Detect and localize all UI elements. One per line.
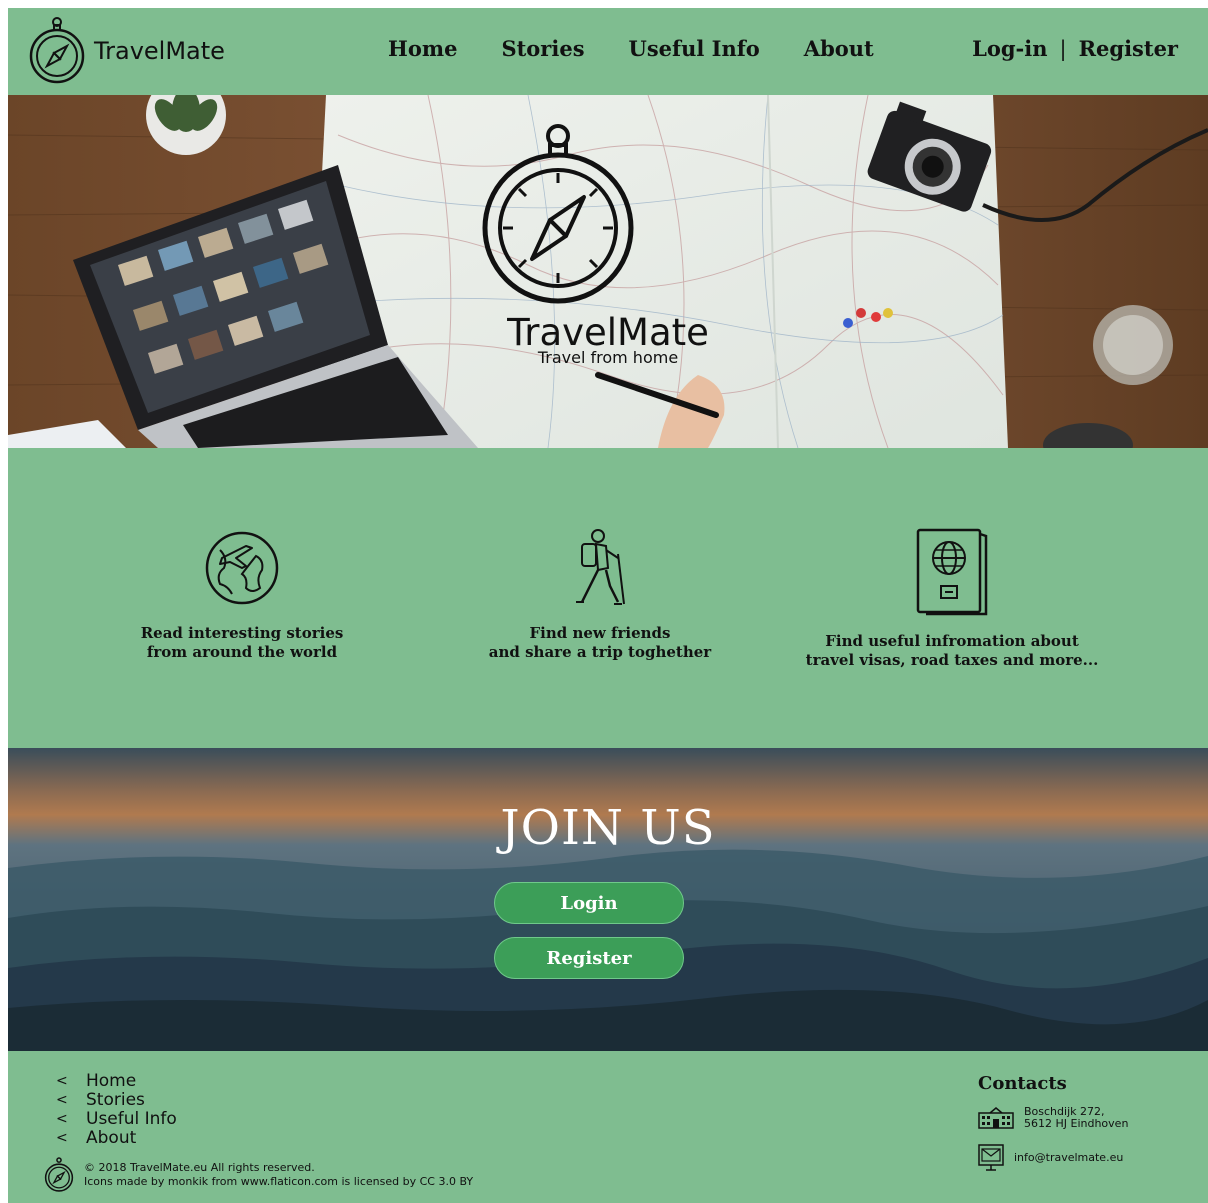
page: TravelMate Home Stories Useful Info Abou… [8, 8, 1208, 1203]
footer-nav-item: < About [56, 1128, 177, 1148]
footer-nav-item: < Stories [56, 1090, 177, 1110]
footer-nav-item: < Useful Info [56, 1109, 177, 1129]
copyright-line: © 2018 TravelMate.eu All rights reserved… [84, 1161, 315, 1174]
hero-banner: TravelMate Travel from home [8, 95, 1208, 448]
hero-logo: TravelMate Travel from home [478, 123, 738, 367]
chevron-left-icon: < [56, 1129, 68, 1146]
footer-nav-stories[interactable]: Stories [86, 1090, 145, 1110]
hiker-icon [576, 529, 625, 605]
feature-info: Find useful infromation about travel vis… [792, 528, 1112, 670]
credits-line: Icons made by monkik from www.flaticon.c… [84, 1175, 474, 1188]
features-section: Read interesting stories from around the… [8, 448, 1208, 748]
auth-separator: | [1059, 36, 1067, 61]
header: TravelMate Home Stories Useful Info Abou… [8, 8, 1208, 95]
passport-icon [916, 528, 988, 616]
feature-info-text: Find useful infromation about travel vis… [805, 632, 1099, 669]
compass-icon [44, 1157, 74, 1192]
footer: < Home < Stories < Useful Info < About ©… [8, 1051, 1208, 1203]
auth-links: Log-in | Register [972, 36, 1178, 61]
copyright-text: © 2018 TravelMate.eu All rights reserved… [84, 1161, 473, 1189]
feature-friends: Find new friends and share a trip toghet… [440, 528, 760, 662]
footer-nav-home[interactable]: Home [86, 1071, 136, 1091]
join-section: JOIN US Login Register [8, 748, 1208, 1051]
footer-nav-item: < Home [56, 1071, 177, 1091]
contact-email[interactable]: info@travelmate.eu [978, 1144, 1198, 1172]
copyright: © 2018 TravelMate.eu All rights reserved… [44, 1157, 473, 1193]
join-register-button[interactable]: Register [494, 937, 684, 979]
feature-stories-text: Read interesting stories from around the… [140, 624, 344, 661]
chevron-left-icon: < [56, 1072, 68, 1089]
main-nav: Home Stories Useful Info About [388, 36, 874, 61]
nav-stories[interactable]: Stories [501, 36, 584, 61]
building-icon [978, 1107, 1014, 1129]
globe-plane-icon [205, 531, 279, 605]
compass-icon [482, 124, 634, 304]
footer-nav-useful-info[interactable]: Useful Info [86, 1109, 177, 1129]
register-link[interactable]: Register [1079, 36, 1178, 61]
feature-stories: Read interesting stories from around the… [82, 528, 402, 662]
compass-icon [29, 17, 85, 84]
brand-name: TravelMate [94, 37, 225, 65]
footer-nav-about[interactable]: About [86, 1128, 136, 1148]
nav-about[interactable]: About [804, 36, 874, 61]
footer-nav: < Home < Stories < Useful Info < About [56, 1071, 177, 1148]
join-title: JOIN US [500, 800, 716, 856]
login-link[interactable]: Log-in [972, 36, 1047, 61]
contact-address: Boschdijk 272, 5612 HJ Eindhoven [978, 1106, 1198, 1130]
envelope-icon [978, 1144, 1004, 1171]
chevron-left-icon: < [56, 1091, 68, 1108]
chevron-left-icon: < [56, 1110, 68, 1127]
contacts-title: Contacts [978, 1073, 1067, 1094]
join-login-button[interactable]: Login [494, 882, 684, 924]
feature-friends-text: Find new friends and share a trip toghet… [488, 624, 712, 661]
contacts: Contacts Boschdijk 272, 5612 HJ Eindhove… [978, 1073, 1198, 1186]
address-text: Boschdijk 272, 5612 HJ Eindhoven [1024, 1105, 1129, 1130]
brand-logo[interactable]: TravelMate [28, 15, 225, 87]
email-text[interactable]: info@travelmate.eu [1014, 1152, 1123, 1164]
nav-useful-info[interactable]: Useful Info [629, 36, 760, 61]
nav-home[interactable]: Home [388, 36, 457, 61]
